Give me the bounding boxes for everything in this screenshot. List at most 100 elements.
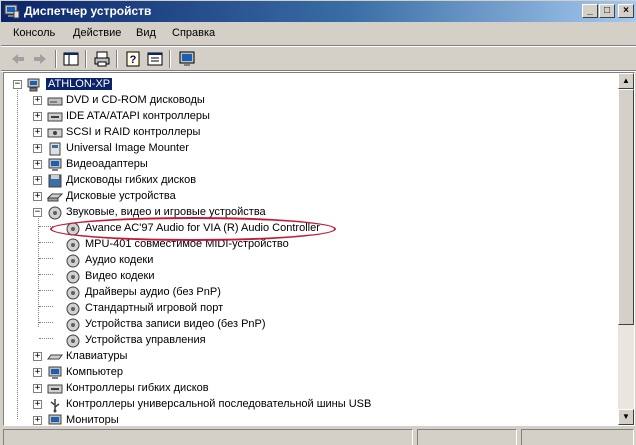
tree-device-label: MPU-401 совместимое MIDI-устройство (85, 238, 289, 250)
tree-device-mpu401[interactable]: MPU-401 совместимое MIDI-устройство (4, 237, 334, 253)
audio-device-icon (66, 238, 80, 252)
toolbar-separator (85, 50, 87, 68)
expand-expander[interactable]: + (33, 416, 42, 425)
toolbar-separator (169, 50, 171, 68)
expand-expander[interactable]: + (33, 96, 42, 105)
disk-drive-icon (47, 193, 63, 202)
floppy-controller-icon (47, 384, 63, 394)
computer-icon (48, 366, 62, 379)
menu-bar: Консоль Действие Вид Справка (1, 23, 636, 45)
tree-category-scsi[interactable]: + SCSI и RAID контроллеры (4, 125, 304, 141)
tree-category-label: Клавиатуры (66, 350, 128, 362)
tree-category-image-mounter[interactable]: + Universal Image Mounter (4, 141, 304, 157)
device-tree[interactable]: − ATHLON-XP + DVD и CD-ROM дисководы + I… (3, 72, 635, 426)
tree-device-avance-ac97[interactable]: Avance AC'97 Audio for VIA (R) Audio Con… (4, 221, 334, 237)
tree-category-label: Видеоадаптеры (66, 158, 148, 170)
scan-hardware-icon[interactable] (178, 50, 196, 68)
tree-category-dvd[interactable]: + DVD и CD-ROM дисководы (4, 93, 304, 109)
tree-category-label: IDE ATA/ATAPI контроллеры (66, 110, 210, 122)
tree-device-label: Устройства управления (85, 334, 206, 346)
floppy-drive-icon (48, 174, 62, 188)
tree-root-label: ATHLON-XP (46, 78, 113, 90)
tree-device-label: Устройства записи видео (без PnP) (85, 318, 266, 330)
scroll-up-button[interactable]: ▲ (618, 73, 634, 89)
scroll-down-button[interactable]: ▼ (618, 409, 634, 425)
expand-expander[interactable]: + (33, 192, 42, 201)
audio-device-icon (66, 318, 80, 332)
audio-device-icon (66, 270, 80, 284)
device-manager-window: Диспетчер устройств _ □ × Консоль Действ… (0, 0, 636, 445)
tree-category-floppy-controllers[interactable]: + Контроллеры гибких дисков (4, 381, 304, 397)
scroll-thumb[interactable] (618, 89, 634, 325)
menu-action[interactable]: Действие (73, 27, 121, 39)
tree-category-monitors[interactable]: + Мониторы (4, 413, 304, 426)
status-bar (1, 427, 636, 445)
tree-category-disk[interactable]: + Дисковые устройства (4, 189, 304, 205)
audio-device-icon (66, 286, 80, 300)
tree-device-label: Видео кодеки (85, 270, 155, 282)
tree-category-display[interactable]: + Видеоадаптеры (4, 157, 304, 173)
expand-expander[interactable]: + (33, 112, 42, 121)
tree-device-game-port[interactable]: Стандартный игровой порт (4, 301, 334, 317)
tree-category-usb[interactable]: + Контроллеры универсальной последовател… (4, 397, 384, 413)
cdrom-icon (47, 97, 63, 106)
svg-text:?: ? (130, 54, 137, 66)
device-manager-app-icon (4, 4, 20, 19)
expand-expander[interactable]: + (33, 384, 42, 393)
tree-category-label: DVD и CD-ROM дисководы (66, 94, 205, 106)
keyboard-icon (47, 354, 63, 360)
tree-device-audio-drivers[interactable]: Драйверы аудио (без PnP) (4, 285, 334, 301)
title-bar[interactable]: Диспетчер устройств _ □ × (1, 1, 636, 22)
tree-category-computer[interactable]: + Компьютер (4, 365, 304, 381)
expand-expander[interactable]: + (33, 128, 42, 137)
tree-category-label: Дисковые устройства (66, 190, 176, 202)
tree-device-control-devices[interactable]: Устройства управления (4, 333, 334, 349)
tree-device-video-capture[interactable]: Устройства записи видео (без PnP) (4, 317, 334, 333)
usb-controller-icon (50, 399, 60, 413)
tree-category-sound[interactable]: − Звуковые, видео и игровые устройства (4, 205, 324, 221)
tree-root-node[interactable]: − ATHLON-XP (4, 77, 204, 93)
menu-console[interactable]: Консоль (13, 27, 55, 39)
tree-category-label: Дисководы гибких дисков (66, 174, 197, 186)
expand-expander[interactable]: + (33, 176, 42, 185)
collapse-expander[interactable]: − (33, 208, 42, 217)
close-button[interactable]: × (618, 4, 634, 18)
tree-category-label: Звуковые, видео и игровые устройства (66, 206, 266, 218)
status-cell-main (3, 429, 413, 445)
status-cell-secondary (417, 429, 517, 445)
show-hide-tree-icon[interactable] (62, 50, 80, 68)
tree-category-keyboards[interactable]: + Клавиатуры (4, 349, 304, 365)
tree-category-floppy-drive[interactable]: + Дисководы гибких дисков (4, 173, 304, 189)
expand-expander[interactable]: + (33, 352, 42, 361)
forward-arrow-icon[interactable] (31, 50, 49, 68)
tree-category-label: Universal Image Mounter (66, 142, 189, 154)
audio-device-icon (66, 334, 80, 348)
expand-expander[interactable]: + (33, 144, 42, 153)
back-arrow-icon[interactable] (9, 50, 27, 68)
computer-icon (27, 78, 40, 92)
sound-video-game-icon (48, 206, 62, 220)
tree-device-audio-codecs[interactable]: Аудио кодеки (4, 253, 334, 269)
tree-category-ide[interactable]: + IDE ATA/ATAPI контроллеры (4, 109, 304, 125)
scsi-controller-icon (47, 128, 63, 138)
menu-view[interactable]: Вид (136, 27, 156, 39)
expand-expander[interactable]: + (33, 368, 42, 377)
tree-category-label: Контроллеры универсальной последовательн… (66, 398, 372, 410)
collapse-expander[interactable]: − (13, 80, 22, 89)
tree-device-label: Аудио кодеки (85, 254, 154, 266)
help-icon[interactable]: ? (124, 50, 142, 68)
expand-expander[interactable]: + (33, 160, 42, 169)
properties-icon[interactable] (146, 50, 164, 68)
tree-device-label: Драйверы аудио (без PnP) (85, 286, 221, 298)
maximize-button[interactable]: □ (599, 4, 615, 18)
tree-category-label: Мониторы (66, 414, 119, 426)
menu-help[interactable]: Справка (172, 27, 215, 39)
vertical-scrollbar[interactable]: ▲ ▼ (618, 73, 634, 425)
minimize-button[interactable]: _ (582, 4, 598, 18)
print-icon[interactable] (93, 50, 111, 68)
tree-category-label: Контроллеры гибких дисков (66, 382, 209, 394)
audio-device-icon (66, 222, 80, 236)
expand-expander[interactable]: + (33, 400, 42, 409)
tree-device-video-codecs[interactable]: Видео кодеки (4, 269, 334, 285)
toolbar: ? (1, 47, 636, 71)
